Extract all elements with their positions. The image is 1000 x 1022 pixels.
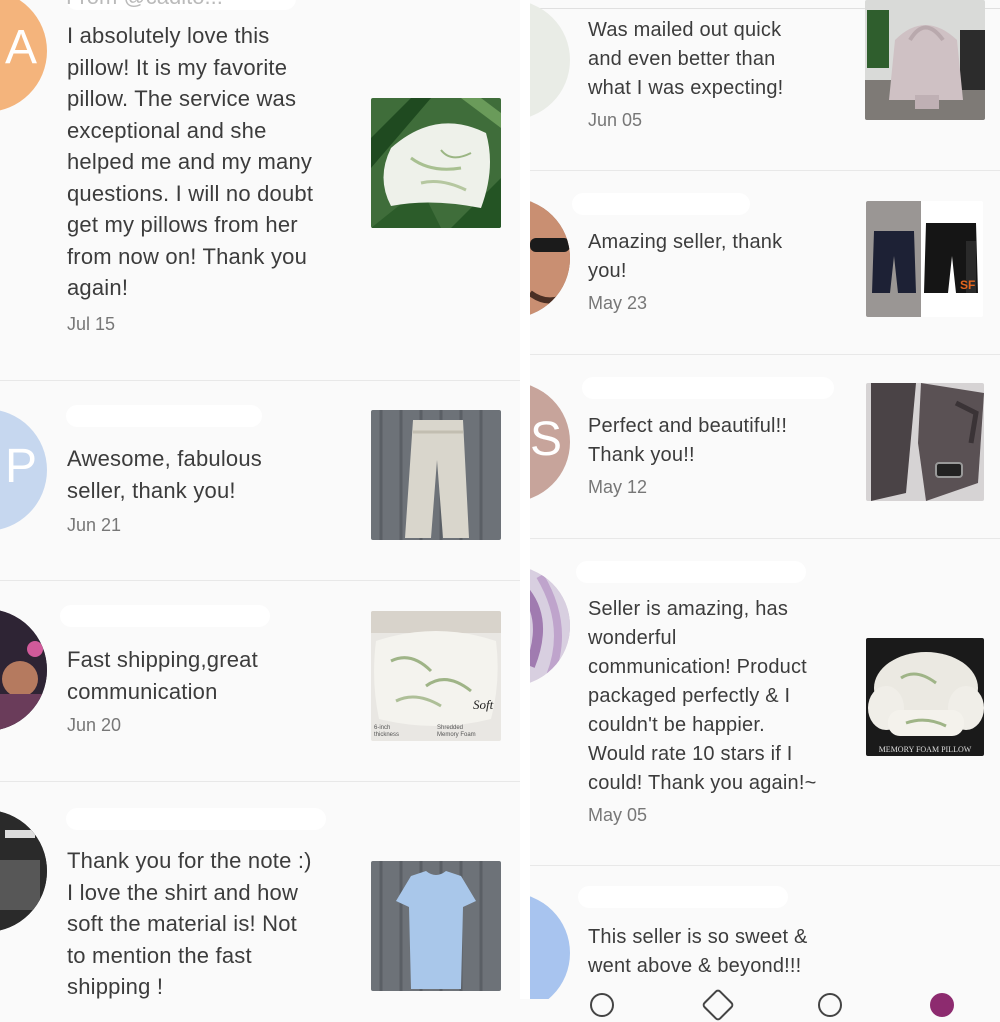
review-date: May 23 — [588, 293, 648, 313]
review-text: Fast shipping,great communication — [67, 647, 258, 704]
pants-photo[interactable] — [371, 410, 501, 540]
review-text: Was mailed out quick and even better tha… — [588, 19, 784, 99]
avatar-letter: S — [530, 413, 563, 466]
review-text: Seller is amazing, has wonderful communi… — [588, 598, 817, 794]
reviewer-name-redacted — [60, 605, 270, 627]
reviewer-avatar[interactable] — [530, 0, 570, 120]
review-text: Amazing seller, thank you! — [588, 231, 783, 282]
review-item[interactable]: A From @cadito... I absolutely love this… — [0, 0, 520, 380]
reviewer-name-redacted — [578, 886, 788, 908]
svg-text:Shredded: Shredded — [437, 725, 463, 731]
review-date: Jun 21 — [67, 515, 122, 535]
avatar-letter: A — [5, 21, 38, 74]
tag-icon[interactable] — [701, 988, 735, 1022]
review-date: Jun 05 — [588, 110, 643, 130]
review-item[interactable]: This seller is so sweet & went above & b… — [530, 866, 1000, 999]
review-item[interactable]: Fast shipping,great communication Jun 20… — [0, 581, 520, 781]
svg-text:SF: SF — [960, 278, 975, 292]
reviewer-name-redacted — [66, 808, 326, 830]
review-text: I absolutely love this pillow! It is my … — [67, 23, 314, 300]
reviewer-avatar[interactable] — [0, 810, 47, 932]
reviewer-avatar[interactable] — [530, 566, 570, 686]
review-text: This seller is so sweet & went above & b… — [588, 926, 808, 977]
pillow-photo[interactable]: Soft 6-inch thickness Shredded Memory Fo… — [371, 611, 501, 741]
review-text: Thank you for the note :) I love the shi… — [67, 848, 312, 999]
shirt-photo[interactable] — [371, 861, 501, 991]
reviewer-name-redacted — [576, 561, 806, 583]
reviewer-avatar[interactable]: P — [0, 409, 47, 531]
reviewer-avatar[interactable] — [530, 893, 570, 999]
review-text: Perfect and beautiful!! Thank you!! — [588, 415, 788, 466]
profile-icon[interactable] — [930, 993, 954, 1017]
review-date: Jul 15 — [67, 314, 116, 334]
reviewer-avatar[interactable]: A — [0, 0, 47, 112]
review-date: May 12 — [588, 477, 648, 497]
reviewer-name-redacted — [572, 193, 750, 215]
shorts-photo[interactable]: SF — [866, 201, 983, 317]
reviewer-avatar[interactable]: S — [530, 382, 570, 502]
reviewer-avatar[interactable] — [530, 198, 570, 318]
reviewer-name-redacted: From @cadito... — [66, 0, 296, 10]
review-text: Awesome, fabulous seller, thank you! — [67, 446, 262, 503]
review-item[interactable]: Was mailed out quick and even better tha… — [530, 0, 1000, 170]
svg-text:thickness: thickness — [374, 732, 399, 738]
review-date: Jun 20 — [67, 715, 122, 735]
reviewer-name: From @cadito... — [66, 0, 223, 10]
review-item[interactable]: Seller is amazing, has wonderful communi… — [530, 539, 1000, 865]
review-item[interactable]: Thank you for the note :) I love the shi… — [0, 782, 520, 999]
review-item[interactable]: Amazing seller, thank you! May 23 SF — [530, 171, 1000, 354]
left-review-column: A From @cadito... I absolutely love this… — [0, 0, 520, 999]
review-date: May 05 — [588, 805, 648, 825]
review-item[interactable]: P Awesome, fabulous seller, thank you! J… — [0, 381, 520, 581]
pillow-photo[interactable]: MEMORY FOAM PILLOW — [866, 638, 984, 756]
shoes-photo[interactable] — [866, 383, 984, 501]
home-icon[interactable] — [590, 993, 614, 1017]
search-icon[interactable] — [818, 993, 842, 1017]
right-review-column: Was mailed out quick and even better tha… — [530, 0, 1000, 999]
bag-photo[interactable] — [865, 0, 985, 120]
pillow-photo[interactable] — [371, 98, 501, 228]
bottom-nav-bar — [530, 988, 1000, 1022]
memory-foam-label: MEMORY FOAM PILLOW — [878, 745, 972, 754]
svg-text:Memory Foam: Memory Foam — [437, 732, 476, 738]
avatar-letter: P — [5, 440, 38, 493]
svg-text:6-inch: 6-inch — [374, 725, 390, 731]
svg-text:Soft: Soft — [473, 697, 494, 712]
column-gap — [520, 0, 530, 999]
reviewer-avatar[interactable] — [0, 609, 47, 731]
review-item[interactable]: S Perfect and beautiful!! Thank you!! Ma… — [530, 355, 1000, 538]
reviewer-name-redacted — [582, 377, 834, 399]
reviewer-name-redacted — [66, 405, 262, 427]
